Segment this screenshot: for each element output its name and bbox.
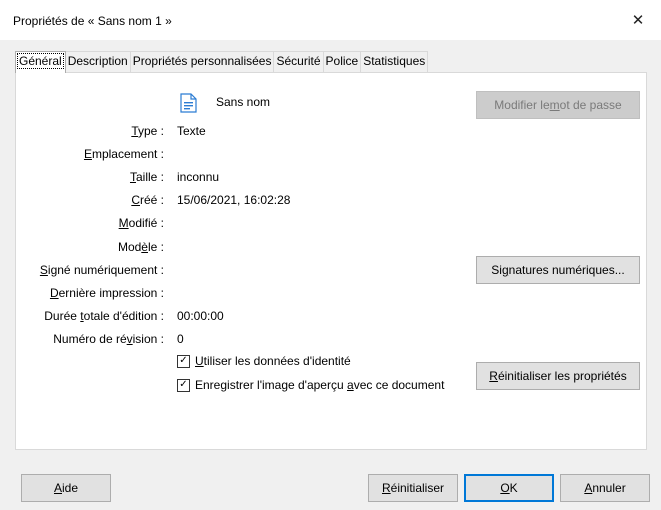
- size-value: inconnu: [177, 170, 220, 184]
- checkbox-checked-icon: ✓: [177, 354, 190, 368]
- general-panel: Sans nom Modifier le m ot de passe Type :…: [15, 72, 647, 450]
- type-value: Texte: [177, 124, 206, 138]
- created-value: 15/06/2021, 16:02:28: [177, 193, 291, 207]
- ok-button[interactable]: OK: [464, 474, 554, 502]
- revision-number-label: Numéro de révision :: [53, 332, 164, 346]
- size-label: Taille :: [129, 170, 164, 184]
- tab-custom-properties[interactable]: Propriétés personnalisées: [129, 51, 275, 72]
- revision-number-value: 0: [177, 332, 184, 346]
- title-bar: Propriétés de « Sans nom 1 » ✕: [0, 0, 661, 40]
- digitally-signed-label: Signé numériquement :: [39, 263, 164, 277]
- total-editing-time-value: 00:00:00: [177, 309, 224, 323]
- close-button[interactable]: ✕: [615, 0, 661, 40]
- document-name: Sans nom: [216, 95, 271, 109]
- type-label: Type :: [131, 124, 164, 138]
- cancel-button[interactable]: Annuler: [560, 474, 650, 502]
- close-icon: ✕: [631, 12, 645, 29]
- window-title: Propriétés de « Sans nom 1 »: [13, 14, 172, 28]
- last-printed-label: Dernière impression :: [49, 286, 164, 300]
- change-password-button[interactable]: Modifier le m ot de passe: [476, 91, 640, 119]
- tab-bar: Général Description Propriétés personnal…: [15, 51, 429, 73]
- help-button[interactable]: Aide: [21, 474, 111, 502]
- document-icon: [180, 93, 197, 113]
- tab-statistics[interactable]: Statistiques: [360, 51, 429, 72]
- total-editing-time-label: Durée totale d'édition :: [44, 309, 164, 323]
- location-label: Emplacement :: [83, 147, 164, 161]
- checkbox-checked-icon: ✓: [177, 378, 190, 392]
- tab-font[interactable]: Police: [322, 51, 362, 72]
- digital-signatures-button[interactable]: Si g natures numériques...: [476, 256, 640, 284]
- modified-label: Modifié :: [118, 216, 164, 230]
- template-label: Modèle :: [117, 240, 164, 254]
- tab-security[interactable]: Sécurité: [273, 51, 324, 72]
- use-user-data-label: Utiliser les données d'identité: [195, 354, 351, 368]
- save-preview-image-checkbox[interactable]: ✓ Enregistrer l'image d'aperçu avec ce d…: [177, 378, 444, 392]
- reset-button[interactable]: Réinitialiser: [368, 474, 458, 502]
- tab-description[interactable]: Description: [64, 51, 131, 72]
- created-label: Créé :: [131, 193, 164, 207]
- tab-general[interactable]: Général: [15, 51, 66, 73]
- save-preview-image-label: Enregistrer l'image d'aperçu avec ce doc…: [195, 378, 445, 392]
- reset-properties-button[interactable]: Réinitialiser les propriétés: [476, 362, 640, 390]
- use-user-data-checkbox[interactable]: ✓ Utiliser les données d'identité: [177, 354, 351, 368]
